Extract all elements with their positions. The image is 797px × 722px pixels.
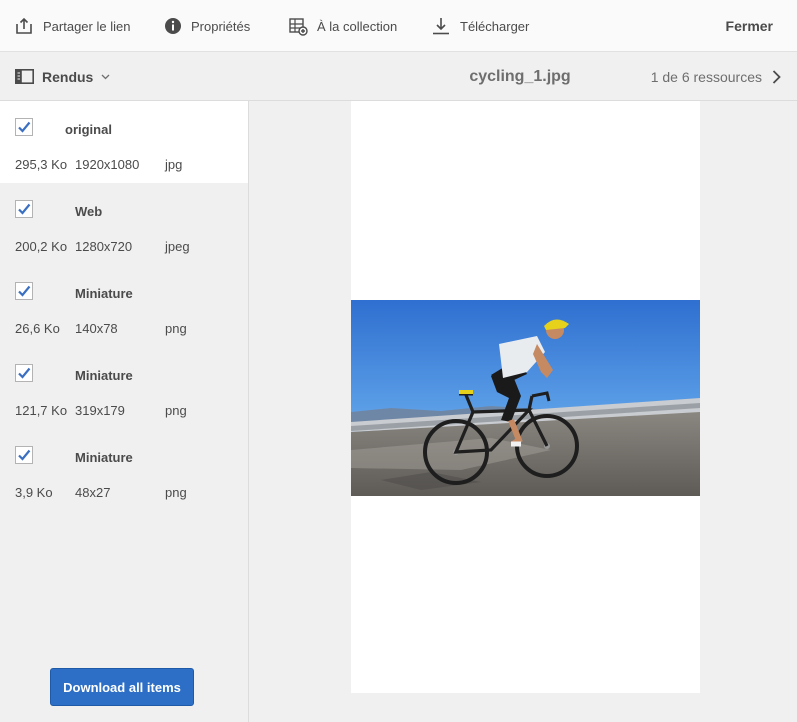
renditions-panel: original 295,3 Ko 1920x1080 jpg Web 200,2 Ko 1… <box>0 101 249 722</box>
add-to-collection-button[interactable]: À la collection <box>288 0 397 52</box>
share-link-button[interactable]: Partager le lien <box>14 0 130 52</box>
add-to-collection-icon <box>289 18 308 36</box>
rendition-size: 26,6 Ko <box>15 321 60 336</box>
rendition-format: png <box>165 403 187 418</box>
preview-area <box>250 101 797 722</box>
properties-label: Propriétés <box>191 18 251 34</box>
rendition-row[interactable]: Miniature 121,7 Ko 319x179 png <box>0 347 248 429</box>
rendition-name: Web <box>75 204 103 219</box>
file-title: cycling_1.jpg <box>469 67 571 85</box>
rendition-checkbox[interactable] <box>15 364 33 382</box>
rendition-dimensions: 1280x720 <box>75 239 133 254</box>
rendition-checkbox[interactable] <box>15 446 33 464</box>
rendition-name: Miniature <box>75 286 133 301</box>
next-asset-button[interactable] <box>772 69 781 84</box>
download-button[interactable]: Télécharger <box>431 0 529 52</box>
top-toolbar: Partager le lien Propriétés À la collect… <box>0 0 797 52</box>
rendition-name: Miniature <box>75 368 133 383</box>
rendition-checkbox[interactable] <box>15 118 33 136</box>
rendition-size: 3,9 Ko <box>15 485 53 500</box>
share-link-label: Partager le lien <box>43 18 131 34</box>
rendition-dimensions: 140x78 <box>75 321 118 336</box>
rendition-name: original <box>65 122 112 137</box>
download-label: Télécharger <box>460 18 530 34</box>
rendition-dimensions: 1920x1080 <box>75 157 140 172</box>
renditions-toggle[interactable]: Rendus <box>15 52 110 101</box>
rendition-row[interactable]: Web 200,2 Ko 1280x720 jpeg <box>0 183 248 265</box>
rendition-name: Miniature <box>75 450 133 465</box>
rendition-format: jpeg <box>165 239 190 254</box>
rendition-format: png <box>165 321 187 336</box>
info-icon <box>165 18 181 34</box>
asset-image <box>351 300 700 496</box>
asset-pager: 1 de 6 ressources <box>651 52 781 101</box>
rendition-size: 121,7 Ko <box>15 403 68 418</box>
add-to-collection-label: À la collection <box>317 18 398 34</box>
rendition-row[interactable]: original 295,3 Ko 1920x1080 jpg <box>0 101 248 183</box>
preview-canvas <box>351 101 700 693</box>
rendition-checkbox[interactable] <box>15 200 33 218</box>
rendition-format: jpg <box>165 157 183 172</box>
rendition-size: 200,2 Ko <box>15 239 68 254</box>
download-all-button[interactable]: Download all items <box>50 668 194 706</box>
pager-text: 1 de 6 ressources <box>650 68 762 85</box>
chevron-down-icon <box>101 74 110 79</box>
side-panel-icon <box>15 69 34 84</box>
rendition-size: 295,3 Ko <box>15 157 68 172</box>
renditions-label: Rendus <box>42 68 94 85</box>
rendition-row[interactable]: Miniature 3,9 Ko 48x27 png <box>0 429 248 511</box>
rendition-row[interactable]: Miniature 26,6 Ko 140x78 png <box>0 265 248 347</box>
share-icon <box>16 17 32 34</box>
rendition-checkbox[interactable] <box>15 282 33 300</box>
asset-header-bar: Rendus cycling_1.jpg 1 de 6 ressources <box>0 52 797 101</box>
rendition-format: png <box>165 485 187 500</box>
chevron-right-icon <box>772 69 781 84</box>
close-button[interactable]: Fermer <box>726 0 773 52</box>
rendition-dimensions: 48x27 <box>75 485 111 500</box>
download-icon <box>433 18 449 35</box>
properties-button[interactable]: Propriétés <box>164 0 250 52</box>
rendition-dimensions: 319x179 <box>75 403 125 418</box>
